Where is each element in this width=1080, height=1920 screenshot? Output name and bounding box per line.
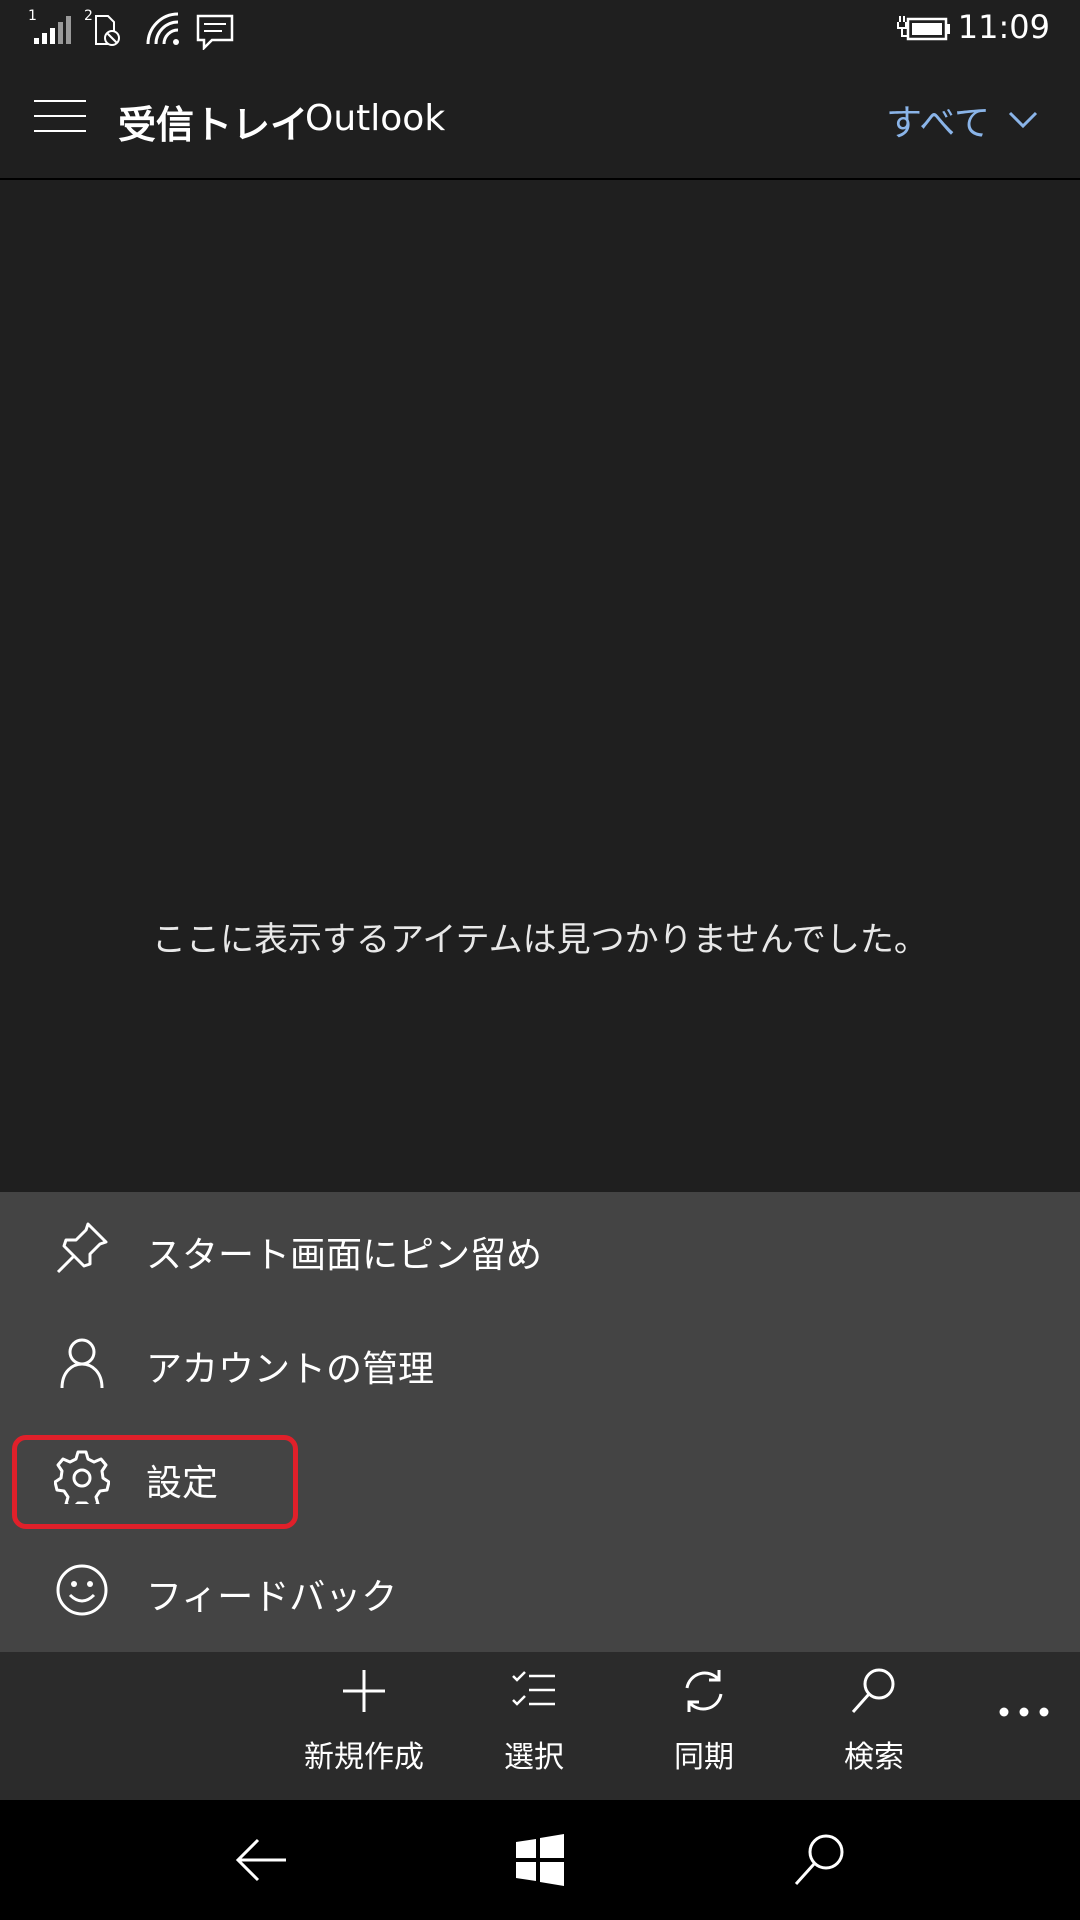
signal-icon: 1 <box>28 8 72 52</box>
sim1-label: 1 <box>28 8 37 24</box>
wifi-icon <box>146 12 182 50</box>
search-icon <box>851 1668 895 1713</box>
cortana-search-icon[interactable] <box>790 1830 850 1890</box>
new-mail-button[interactable]: 新規作成 <box>284 1666 444 1796</box>
message-icon <box>196 14 234 54</box>
pin-icon <box>54 1220 110 1276</box>
search-label: 検索 <box>844 1740 904 1775</box>
search-button[interactable]: 検索 <box>794 1666 954 1796</box>
more-options-icon[interactable] <box>994 1682 1054 1742</box>
account-name: Outlook <box>305 98 446 139</box>
sync-icon <box>685 1670 723 1712</box>
menu-item-pin-to-start[interactable]: スタート画面にピン留め <box>0 1192 1080 1306</box>
sim2-blocked-icon: 2 <box>84 8 124 52</box>
person-icon <box>54 1334 110 1390</box>
chevron-down-icon <box>1008 111 1038 129</box>
smiley-icon <box>54 1562 110 1618</box>
menu-item-label: フィードバック <box>146 1577 398 1618</box>
page-title: 受信トレイ <box>118 103 309 147</box>
sync-button[interactable]: 同期 <box>624 1666 784 1796</box>
message-list: ここに表示するアイテムは見つかりませんでした。 <box>0 182 1080 1192</box>
menu-item-feedback[interactable]: フィードバック <box>0 1534 1080 1648</box>
status-time: 11:09 <box>957 8 1050 46</box>
menu-item-label: アカウントの管理 <box>146 1349 435 1390</box>
select-label: 選択 <box>504 1740 564 1775</box>
system-nav-bar <box>0 1800 1080 1920</box>
menu-item-label: スタート画面にピン留め <box>146 1235 543 1276</box>
sim2-label: 2 <box>84 8 93 24</box>
checklist-icon <box>512 1671 555 1706</box>
status-bar: 1 2 11:09 <box>0 0 1080 58</box>
empty-message: ここに表示するアイテムは見つかりませんでした。 <box>152 920 928 960</box>
plus-icon <box>343 1670 385 1712</box>
new-mail-label: 新規作成 <box>304 1740 424 1775</box>
menu-item-manage-accounts[interactable]: アカウントの管理 <box>0 1306 1080 1420</box>
select-button[interactable]: 選択 <box>454 1666 614 1796</box>
windows-start-icon[interactable] <box>510 1830 570 1890</box>
battery-charging-icon <box>896 14 952 48</box>
filter-dropdown[interactable]: すべて <box>886 94 1038 146</box>
settings-highlight-box <box>12 1435 298 1529</box>
hamburger-menu-icon[interactable] <box>34 100 86 134</box>
more-menu: スタート画面にピン留め アカウントの管理 設定 フィードバック <box>0 1192 1080 1652</box>
filter-label: すべて <box>885 103 990 144</box>
app-bar: 新規作成 選択 同期 検索 <box>0 1652 1080 1800</box>
back-arrow-icon[interactable] <box>232 1830 292 1890</box>
app-header: 受信トレイ Outlook すべて <box>0 58 1080 180</box>
sync-label: 同期 <box>674 1740 734 1775</box>
